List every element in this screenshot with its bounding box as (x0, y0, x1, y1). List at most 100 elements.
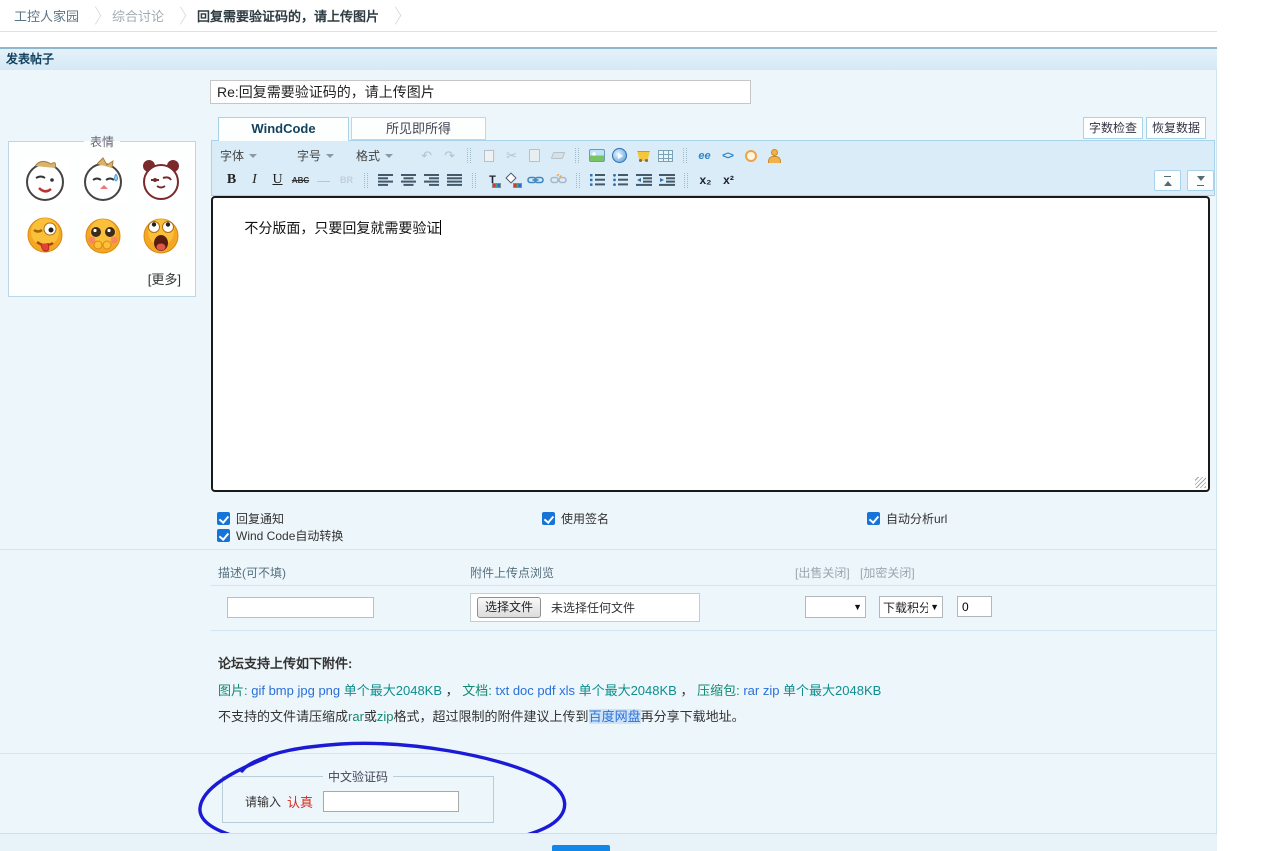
align-center-icon[interactable] (399, 171, 418, 189)
option-windcode-auto-convert: Wind Code自动转换 (217, 528, 343, 543)
line-break-icon[interactable]: BR (337, 171, 356, 189)
background-color-icon[interactable] (505, 172, 522, 188)
insert-table-icon[interactable] (656, 147, 675, 165)
eraser-icon[interactable] (548, 147, 567, 165)
panda-face-icon[interactable] (137, 156, 185, 204)
paste-icon[interactable] (525, 147, 544, 165)
message-editor[interactable]: 不分版面，只要回复就需要验证 (211, 196, 1210, 492)
post-form: 表情 (0, 70, 1217, 851)
file-status-text: 未选择任何文件 (551, 599, 635, 616)
attachment-encrypt-header: [加密关闭] (860, 564, 915, 581)
upload-rules-line2: 不支持的文件请压缩成rar或zip格式，超过限制的附件建议上传到百度网盘再分享下… (218, 706, 745, 725)
chevron-down-icon (249, 154, 257, 162)
subscript-icon[interactable]: x₂ (696, 171, 715, 189)
toolbar-separator (364, 173, 368, 188)
divider (0, 549, 1217, 550)
shocked-emoji-icon[interactable] (137, 212, 185, 260)
insert-media-icon[interactable] (610, 147, 629, 165)
credit-type-select[interactable]: 下载积分▼ (879, 596, 943, 618)
option-reply-notify: 回复通知 (217, 511, 284, 526)
restore-data-button[interactable]: 恢复数据 (1146, 117, 1206, 139)
unordered-list-icon[interactable] (611, 171, 630, 189)
attachment-upload-header: 附件上传点浏览 (470, 564, 554, 581)
checkbox-checked[interactable] (867, 512, 880, 525)
section-header: 发表帖子 (0, 47, 1217, 70)
insert-image-icon[interactable] (587, 147, 606, 165)
checkbox-checked[interactable] (217, 529, 230, 542)
align-justify-icon[interactable] (445, 171, 464, 189)
attachment-description-input[interactable] (227, 597, 374, 618)
chevron-right-icon (390, 6, 401, 24)
bold-icon[interactable]: B (222, 171, 241, 189)
emoticon-grid (9, 150, 195, 260)
toolbar-separator (683, 148, 687, 163)
captcha-input[interactable] (323, 791, 459, 812)
remove-link-icon[interactable] (549, 171, 568, 189)
breadcrumb-thread-title: 回复需要验证码的，请上传图片 (197, 6, 379, 25)
quote-icon[interactable]: ee (695, 147, 714, 165)
insert-link-icon[interactable] (526, 171, 545, 189)
word-count-button[interactable]: 字数检查 (1083, 117, 1143, 139)
price-input[interactable] (957, 596, 992, 617)
option-auto-parse-url: 自动分析url (867, 511, 947, 526)
align-right-icon[interactable] (422, 171, 441, 189)
tab-wysiwyg[interactable]: 所见即所得 (351, 117, 486, 140)
breadcrumb-forum[interactable]: 综合讨论 (112, 6, 164, 25)
sell-price-select[interactable]: ▼ (805, 596, 866, 618)
captcha-prompt: 请输入 (245, 793, 281, 810)
redo-icon[interactable]: ↷ (440, 147, 459, 165)
outdent-icon[interactable] (634, 171, 653, 189)
toolbar-separator (684, 173, 688, 188)
scroll-to-top-button[interactable] (1154, 170, 1181, 191)
smug-white-face-icon[interactable] (21, 156, 69, 204)
align-left-icon[interactable] (376, 171, 395, 189)
emoticon-panel-legend: 表情 (84, 133, 120, 150)
submit-button-partial[interactable] (552, 845, 610, 851)
italic-icon[interactable]: I (245, 171, 264, 189)
divider (210, 630, 1217, 631)
chevron-right-icon (90, 6, 101, 24)
cut-icon[interactable]: ✂ (502, 147, 521, 165)
tab-windcode[interactable]: WindCode (218, 117, 349, 141)
indent-icon[interactable] (657, 171, 676, 189)
scroll-to-bottom-button[interactable] (1187, 170, 1214, 191)
arrow-down-icon (1197, 176, 1205, 185)
toolbar-separator (472, 173, 476, 188)
code-icon[interactable]: <> (718, 147, 737, 165)
post-editor-page: 工控人家园 综合讨论 回复需要验证码的，请上传图片 发表帖子 表情 (0, 0, 1264, 851)
underline-icon[interactable]: U (268, 171, 287, 189)
font-size-dropdown[interactable]: 字号 (297, 147, 334, 164)
baidu-netdisk-link[interactable]: 百度网盘 (589, 709, 641, 724)
font-color-icon[interactable]: T (484, 172, 501, 188)
captcha-panel: 中文验证码 请输入 认真 (222, 768, 494, 823)
chevron-right-icon (175, 6, 186, 24)
ordered-list-icon[interactable] (588, 171, 607, 189)
undo-icon[interactable]: ↶ (417, 147, 436, 165)
captcha-legend: 中文验证码 (323, 768, 393, 785)
blush-emoji-icon[interactable] (79, 212, 127, 260)
breadcrumb-home[interactable]: 工控人家园 (14, 6, 79, 25)
upload-rules-title: 论坛支持上传如下附件: (218, 653, 352, 672)
at-user-icon[interactable] (764, 147, 783, 165)
checkbox-checked[interactable] (217, 512, 230, 525)
sell-attachment-icon[interactable] (633, 147, 652, 165)
checkbox-checked[interactable] (542, 512, 555, 525)
attachment-desc-header: 描述(可不填) (218, 564, 286, 581)
sweating-white-face-icon[interactable] (79, 156, 127, 204)
superscript-icon[interactable]: x² (719, 171, 738, 189)
wink-tongue-emoji-icon[interactable] (21, 212, 69, 260)
strikethrough-icon[interactable]: ABC (291, 171, 310, 189)
captcha-word: 认真 (287, 792, 313, 811)
choose-file-button[interactable]: 选择文件 (477, 597, 541, 618)
copy-icon[interactable] (479, 147, 498, 165)
resize-handle[interactable] (1195, 477, 1206, 488)
format-dropdown[interactable]: 格式 (356, 147, 393, 164)
font-family-dropdown[interactable]: 字体 (220, 147, 257, 164)
horizontal-rule-icon[interactable]: — (314, 171, 333, 189)
file-upload-field: 选择文件 未选择任何文件 (470, 593, 700, 622)
toolbar-separator (467, 148, 471, 163)
more-emoticons-link[interactable]: [更多] (148, 269, 181, 288)
select-arrow-icon: ▼ (853, 602, 862, 612)
hidden-content-icon[interactable] (741, 147, 760, 165)
post-title-input[interactable] (210, 80, 751, 104)
